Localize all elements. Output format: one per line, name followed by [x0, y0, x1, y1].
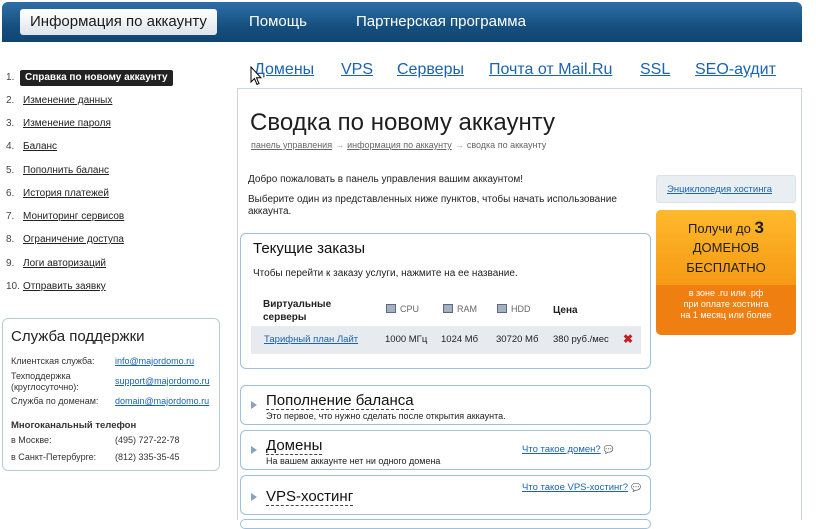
- breadcrumb-account-info[interactable]: информация по аккаунту: [347, 140, 452, 150]
- service-link-mail[interactable]: Почта от Mail.Ru: [489, 61, 612, 79]
- page-title: Сводка по новому аккаунту: [250, 109, 556, 136]
- service-link-seo-audit[interactable]: SEO-аудит: [695, 61, 776, 79]
- moscow-label: в Москве:: [11, 435, 52, 445]
- mouse-cursor-icon: [250, 66, 262, 86]
- tab-account-info[interactable]: Информация по аккаунту: [20, 9, 217, 35]
- hdd-value: 30720 Мб: [496, 334, 539, 345]
- hdd-icon: [497, 304, 507, 313]
- support-panel: Служба поддержки Клиентская служба: info…: [2, 318, 220, 471]
- spb-label: в Санкт-Петербурге:: [11, 452, 97, 462]
- tab-partner-program[interactable]: Партнерская программа: [356, 9, 526, 35]
- domain-service-label: Служба по доменам:: [11, 396, 99, 406]
- welcome-text: Добро пожаловать в панель управления ваш…: [248, 174, 523, 185]
- virtual-servers-label: Виртуальные серверы: [263, 299, 332, 323]
- plan-link[interactable]: Тарифный план Лайт: [264, 334, 358, 345]
- help-bubble-icon: 💬: [631, 483, 641, 492]
- hdd-column-header: HDD: [497, 304, 531, 314]
- promo-banner[interactable]: Получи до 3 ДОМЕНОВ БЕСПЛАТНО в зоне .ru…: [656, 210, 796, 335]
- accordion-domains[interactable]: Домены На вашем аккаунте нет ни одного д…: [240, 430, 651, 470]
- breadcrumb-control-panel[interactable]: панель управления: [251, 140, 332, 150]
- moscow-phone: (495) 727-22-78: [115, 435, 180, 445]
- what-is-vps-link[interactable]: Что такое VPS-хостинг? 💬: [522, 482, 641, 493]
- cpu-icon: [386, 304, 396, 313]
- promo-small-3: на 1 месяц или более: [680, 310, 772, 320]
- service-link-ssl[interactable]: SSL: [640, 61, 670, 79]
- encyclopedia-box: Энциклопедия хостинга: [656, 175, 796, 203]
- domain-email-link[interactable]: domain@majordomo.ru: [115, 396, 209, 406]
- accordion-top-up-balance[interactable]: Пополнение баланса Это первое, что нужно…: [240, 385, 651, 425]
- encyclopedia-link[interactable]: Энциклопедия хостинга: [667, 184, 772, 195]
- accordion-title[interactable]: Пополнение баланса: [266, 392, 414, 410]
- promo-small-2: при оплате хостинга: [683, 299, 769, 309]
- cpu-value: 1000 МГц: [385, 334, 428, 345]
- breadcrumb-current: сводка по аккаунту: [466, 140, 547, 150]
- phone-title: Многоканальный телефон: [11, 420, 137, 431]
- table-row: Тарифный план Лайт 1000 МГц 1024 Мб 3072…: [251, 326, 641, 354]
- service-link-vps[interactable]: VPS: [341, 61, 373, 79]
- promo-small-1: в зоне .ru или .рф: [688, 288, 764, 298]
- accordion-vps-hosting[interactable]: VPS-хостинг Что такое VPS-хостинг? 💬: [240, 475, 651, 515]
- orders-hint: Чтобы перейти к заказу услуги, нажмите н…: [253, 268, 518, 279]
- breadcrumb-arrow-icon: →: [454, 140, 464, 150]
- accordion-desc: На вашем аккаунте нет ни одного домена: [266, 456, 441, 466]
- tech-support-label: Техподдержка (круглосуточно):: [11, 371, 79, 392]
- tab-help[interactable]: Помощь: [249, 9, 307, 35]
- ram-column-header: RAM: [443, 304, 477, 314]
- client-email-link[interactable]: info@majordomo.ru: [115, 356, 194, 366]
- price-column-header: Цена: [553, 305, 578, 316]
- breadcrumb-arrow-icon: →: [335, 140, 345, 150]
- delete-icon[interactable]: ✖: [623, 332, 633, 346]
- expand-arrow-icon: [251, 493, 257, 501]
- promo-line-2: ДОМЕНОВ: [692, 240, 760, 255]
- expand-arrow-icon: [251, 446, 257, 454]
- expand-arrow-icon: [251, 401, 257, 409]
- ram-value: 1024 Мб: [441, 334, 479, 345]
- promo-number: 3: [754, 218, 764, 237]
- tech-email-link[interactable]: support@majordomo.ru: [115, 376, 210, 386]
- promo-line-3: БЕСПЛАТНО: [686, 260, 766, 275]
- accordion-desc: Это первое, что нужно сделать после откр…: [266, 411, 506, 421]
- accordion-next-partial: [240, 519, 651, 529]
- promo-line-1: Получи до 3: [688, 218, 764, 237]
- price-value: 380 руб./мес: [553, 334, 609, 345]
- service-link-servers[interactable]: Серверы: [397, 61, 464, 79]
- client-service-label: Клиентская служба:: [11, 356, 95, 366]
- service-link-domains[interactable]: Домены: [254, 61, 314, 79]
- ram-icon: [443, 304, 453, 313]
- what-is-domain-link[interactable]: Что такое домен? 💬: [522, 444, 614, 455]
- choose-text: Выберите один из представленных ниже пун…: [248, 194, 617, 217]
- current-orders-panel: Текущие заказы Чтобы перейти к заказу ус…: [240, 233, 651, 369]
- accordion-title[interactable]: Домены: [266, 437, 323, 455]
- accordion-title[interactable]: VPS-хостинг: [266, 488, 354, 506]
- orders-title: Текущие заказы: [253, 240, 366, 257]
- help-bubble-icon: 💬: [603, 445, 614, 454]
- support-title: Служба поддержки: [11, 328, 145, 345]
- top-nav-bar: Информация по аккаунту Помощь Партнерска…: [2, 2, 802, 42]
- cpu-column-header: CPU: [386, 304, 419, 314]
- spb-phone: (812) 335-35-45: [115, 452, 180, 462]
- breadcrumb: панель управления → информация по аккаунту…: [251, 140, 546, 150]
